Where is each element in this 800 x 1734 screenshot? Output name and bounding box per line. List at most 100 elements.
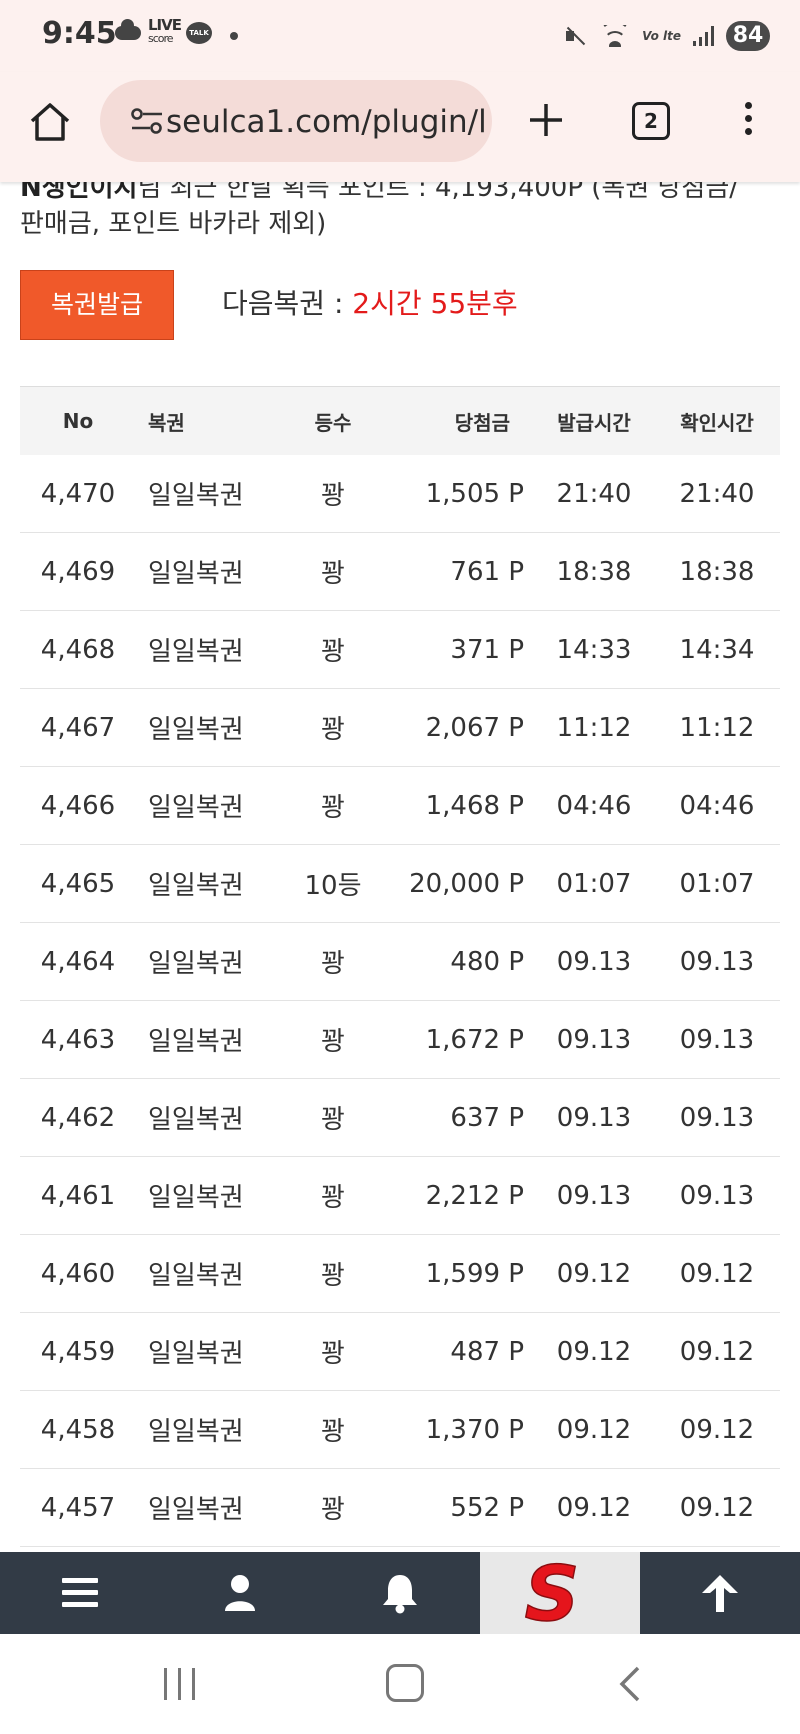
cell-prize: 637 P bbox=[378, 1078, 534, 1157]
cell-issued: 09.13 bbox=[534, 1000, 654, 1079]
cell-issued: 09.12 bbox=[534, 1390, 654, 1469]
cell-no: 4,468 bbox=[20, 610, 136, 689]
cell-prize: 1,599 P bbox=[378, 1234, 534, 1313]
cell-no: 4,460 bbox=[20, 1234, 136, 1313]
cell-issued: 01:07 bbox=[534, 844, 654, 923]
cell-checked: 01:07 bbox=[654, 844, 780, 923]
table-row: 4,461 일일복권 꽝 2,212 P 09.13 09.13 bbox=[20, 1156, 780, 1235]
next-lottery-label: 다음복권 : bbox=[222, 287, 353, 320]
cell-checked: 09.12 bbox=[654, 1234, 780, 1313]
col-header-issued: 발급시간 bbox=[534, 386, 654, 455]
cell-no: 4,469 bbox=[20, 532, 136, 611]
cell-checked: 09.13 bbox=[654, 1156, 780, 1235]
cell-no: 4,459 bbox=[20, 1312, 136, 1391]
cell-lottery: 일일복권 bbox=[136, 1234, 288, 1313]
col-header-prize: 당첨금 bbox=[378, 386, 534, 455]
cell-issued: 04:46 bbox=[534, 766, 654, 845]
cell-lottery: 일일복권 bbox=[136, 922, 288, 1001]
cell-prize: 1,370 P bbox=[378, 1390, 534, 1469]
cell-rank: 10등 bbox=[288, 844, 378, 923]
cell-checked: 11:12 bbox=[654, 688, 780, 767]
url-text[interactable]: seulca1.com/plugin/lo bbox=[166, 102, 486, 142]
status-bar: 9:45 LIVE score TALK Vo lte 84 bbox=[0, 0, 800, 72]
system-back-icon[interactable] bbox=[614, 1664, 644, 1704]
next-lottery-info: 다음복권 : 2시간 55분후 bbox=[222, 282, 518, 322]
cell-lottery: 일일복권 bbox=[136, 610, 288, 689]
menu-icon bbox=[62, 1578, 98, 1614]
site-settings-icon[interactable] bbox=[130, 108, 164, 134]
cell-lottery: 일일복권 bbox=[136, 1078, 288, 1157]
cell-rank: 꽝 bbox=[288, 1156, 378, 1235]
table-row: 4,457 일일복권 꽝 552 P 09.12 09.12 bbox=[20, 1468, 780, 1547]
battery-icon: 84 bbox=[726, 21, 770, 51]
menu-button[interactable] bbox=[0, 1552, 160, 1634]
cell-prize: 761 P bbox=[378, 532, 534, 611]
new-tab-icon[interactable] bbox=[526, 100, 566, 140]
cell-prize: 2,212 P bbox=[378, 1156, 534, 1235]
cell-issued: 11:12 bbox=[534, 688, 654, 767]
cell-rank: 꽝 bbox=[288, 766, 378, 845]
cell-issued: 09.13 bbox=[534, 1156, 654, 1235]
cell-checked: 09.13 bbox=[654, 1000, 780, 1079]
cell-prize: 1,468 P bbox=[378, 766, 534, 845]
cell-lottery: 일일복권 bbox=[136, 1468, 288, 1547]
cell-no: 4,463 bbox=[20, 1000, 136, 1079]
notice-text-line1: 님 최근 한달 획득 포인트 : 4,193,400P (복권 당첨금/ bbox=[137, 182, 739, 203]
table-row: 4,462 일일복권 꽝 637 P 09.13 09.13 bbox=[20, 1078, 780, 1157]
system-nav-bar bbox=[0, 1634, 800, 1734]
cell-checked: 18:38 bbox=[654, 532, 780, 611]
cell-no: 4,457 bbox=[20, 1468, 136, 1547]
volte-icon: Vo lte bbox=[642, 29, 681, 43]
logo-letter: S bbox=[525, 1558, 580, 1628]
cell-prize: 552 P bbox=[378, 1468, 534, 1547]
table-header-row: No 복권 등수 당첨금 발급시간 확인시간 bbox=[20, 386, 780, 455]
cell-lottery: 일일복권 bbox=[136, 455, 288, 533]
system-home-icon[interactable] bbox=[386, 1664, 424, 1702]
next-lottery-countdown: 2시간 55분후 bbox=[352, 287, 518, 320]
cell-prize: 1,505 P bbox=[378, 455, 534, 533]
table-row: 4,469 일일복권 꽝 761 P 18:38 18:38 bbox=[20, 532, 780, 611]
cell-checked: 09.12 bbox=[654, 1390, 780, 1469]
cell-rank: 꽝 bbox=[288, 1468, 378, 1547]
scroll-top-button[interactable] bbox=[640, 1552, 800, 1634]
cell-lottery: 일일복권 bbox=[136, 1390, 288, 1469]
tab-switcher-button[interactable]: 2 bbox=[632, 102, 670, 140]
cell-lottery: 일일복권 bbox=[136, 688, 288, 767]
browser-toolbar: seulca1.com/plugin/lo 2 bbox=[0, 72, 800, 182]
cell-prize: 371 P bbox=[378, 610, 534, 689]
site-logo-button[interactable]: S bbox=[480, 1552, 640, 1634]
table-row: 4,470 일일복권 꽝 1,505 P 21:40 21:40 bbox=[20, 455, 780, 533]
person-icon bbox=[225, 1575, 255, 1611]
more-menu-icon[interactable] bbox=[743, 102, 753, 142]
profile-button[interactable] bbox=[160, 1552, 320, 1634]
cell-lottery: 일일복권 bbox=[136, 532, 288, 611]
table-row: 4,460 일일복권 꽝 1,599 P 09.12 09.12 bbox=[20, 1234, 780, 1313]
cell-checked: 14:34 bbox=[654, 610, 780, 689]
issue-lottery-button[interactable]: 복권발급 bbox=[20, 270, 174, 340]
cell-no: 4,464 bbox=[20, 922, 136, 1001]
cell-rank: 꽝 bbox=[288, 688, 378, 767]
col-header-rank: 등수 bbox=[288, 386, 378, 455]
cell-issued: 09.12 bbox=[534, 1312, 654, 1391]
cell-no: 4,462 bbox=[20, 1078, 136, 1157]
status-time: 9:45 bbox=[42, 16, 117, 51]
table-row: 4,465 일일복권 10등 20,000 P 01:07 01:07 bbox=[20, 844, 780, 923]
cell-checked: 21:40 bbox=[654, 455, 780, 533]
table-row: 4,458 일일복권 꽝 1,370 P 09.12 09.12 bbox=[20, 1390, 780, 1469]
cell-rank: 꽝 bbox=[288, 922, 378, 1001]
kakaotalk-icon: TALK bbox=[186, 22, 212, 44]
notifications-button[interactable] bbox=[320, 1552, 480, 1634]
cell-lottery: 일일복권 bbox=[136, 766, 288, 845]
cell-rank: 꽝 bbox=[288, 1390, 378, 1469]
col-header-no: No bbox=[20, 386, 136, 455]
recent-apps-icon[interactable] bbox=[162, 1668, 198, 1700]
address-bar[interactable]: seulca1.com/plugin/lo bbox=[100, 80, 492, 162]
cell-no: 4,458 bbox=[20, 1390, 136, 1469]
home-icon[interactable] bbox=[28, 100, 72, 144]
cell-issued: 21:40 bbox=[534, 455, 654, 533]
signal-icon bbox=[693, 26, 714, 46]
cell-checked: 09.13 bbox=[654, 1078, 780, 1157]
wifi-icon bbox=[600, 25, 630, 47]
cell-rank: 꽝 bbox=[288, 1078, 378, 1157]
table-row: 4,463 일일복권 꽝 1,672 P 09.13 09.13 bbox=[20, 1000, 780, 1079]
